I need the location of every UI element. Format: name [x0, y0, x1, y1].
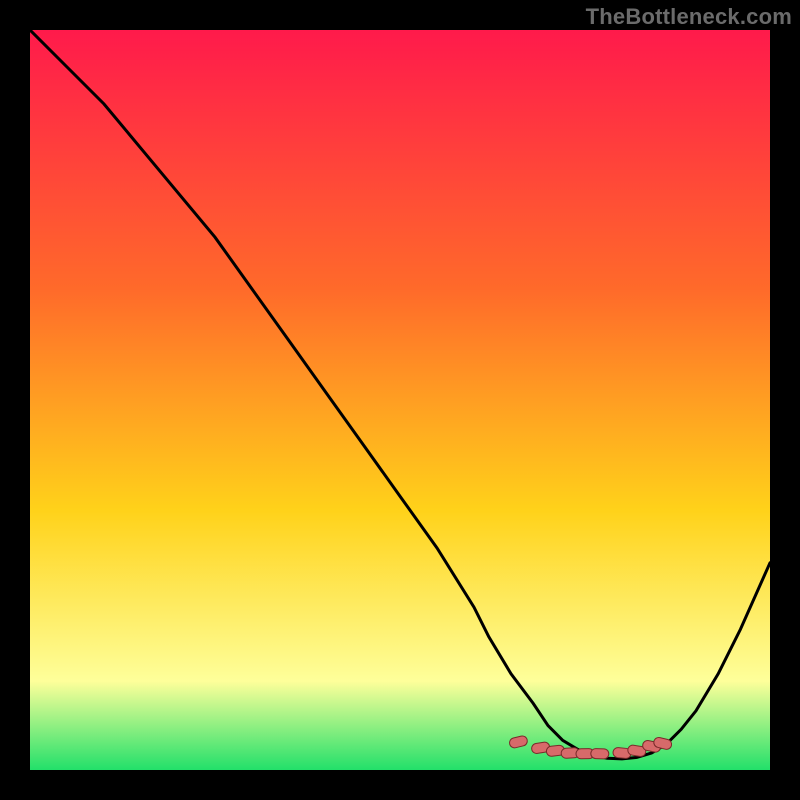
- bottleneck-chart: [30, 30, 770, 770]
- watermark-label: TheBottleneck.com: [586, 4, 792, 30]
- plot-area: [30, 30, 770, 770]
- gradient-background: [30, 30, 770, 770]
- chart-frame: TheBottleneck.com: [0, 0, 800, 800]
- optimal-marker: [591, 748, 609, 759]
